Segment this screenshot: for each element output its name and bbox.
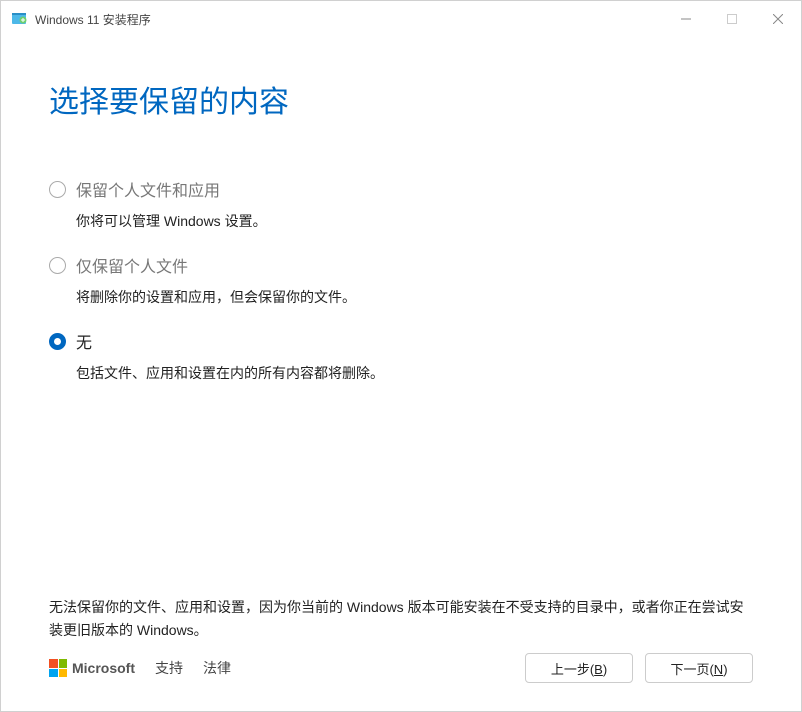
option-label: 无 — [76, 329, 92, 353]
microsoft-logo-icon — [49, 659, 67, 677]
support-link[interactable]: 支持 — [155, 658, 183, 678]
next-button-label: 下一页(N) — [670, 659, 727, 678]
option-desc: 你将可以管理 Windows 设置。 — [76, 211, 753, 231]
next-button[interactable]: 下一页(N) — [645, 653, 753, 683]
titlebar: Windows 11 安装程序 — [1, 1, 801, 37]
installer-window: Windows 11 安装程序 选择要保留的内容 保留个人文件和应用 你将可以管… — [0, 0, 802, 712]
radio-icon — [49, 333, 66, 350]
microsoft-logo: Microsoft — [49, 659, 135, 677]
maximize-button — [709, 3, 755, 35]
option-label: 仅保留个人文件 — [76, 253, 188, 277]
footer-buttons: 上一步(B) 下一页(N) — [525, 653, 753, 683]
option-desc: 将删除你的设置和应用，但会保留你的文件。 — [76, 287, 753, 307]
microsoft-label: Microsoft — [72, 660, 135, 676]
option-header: 仅保留个人文件 — [49, 253, 753, 277]
option-nothing[interactable]: 无 包括文件、应用和设置在内的所有内容都将删除。 — [49, 329, 753, 383]
app-icon — [11, 11, 27, 27]
option-header: 无 — [49, 329, 753, 353]
radio-icon — [49, 257, 66, 274]
spacer — [49, 383, 753, 596]
titlebar-controls — [663, 3, 801, 35]
radio-icon — [49, 181, 66, 198]
option-keep-files-only: 仅保留个人文件 将删除你的设置和应用，但会保留你的文件。 — [49, 253, 753, 307]
option-header: 保留个人文件和应用 — [49, 177, 753, 201]
options-group: 保留个人文件和应用 你将可以管理 Windows 设置。 仅保留个人文件 将删除… — [49, 177, 753, 383]
warning-note: 无法保留你的文件、应用和设置，因为你当前的 Windows 版本可能安装在不受支… — [49, 596, 753, 641]
footer-left: Microsoft 支持 法律 — [49, 658, 505, 678]
minimize-button[interactable] — [663, 3, 709, 35]
titlebar-title: Windows 11 安装程序 — [35, 11, 663, 28]
option-keep-files-apps: 保留个人文件和应用 你将可以管理 Windows 设置。 — [49, 177, 753, 231]
legal-link[interactable]: 法律 — [203, 658, 231, 678]
back-button-label: 上一步(B) — [551, 659, 607, 678]
option-desc: 包括文件、应用和设置在内的所有内容都将删除。 — [76, 363, 753, 383]
content-area: 选择要保留的内容 保留个人文件和应用 你将可以管理 Windows 设置。 仅保… — [1, 37, 801, 653]
option-label: 保留个人文件和应用 — [76, 177, 220, 201]
close-button[interactable] — [755, 3, 801, 35]
page-title: 选择要保留的内容 — [49, 77, 753, 121]
footer: Microsoft 支持 法律 上一步(B) 下一页(N) — [1, 653, 801, 711]
back-button[interactable]: 上一步(B) — [525, 653, 633, 683]
